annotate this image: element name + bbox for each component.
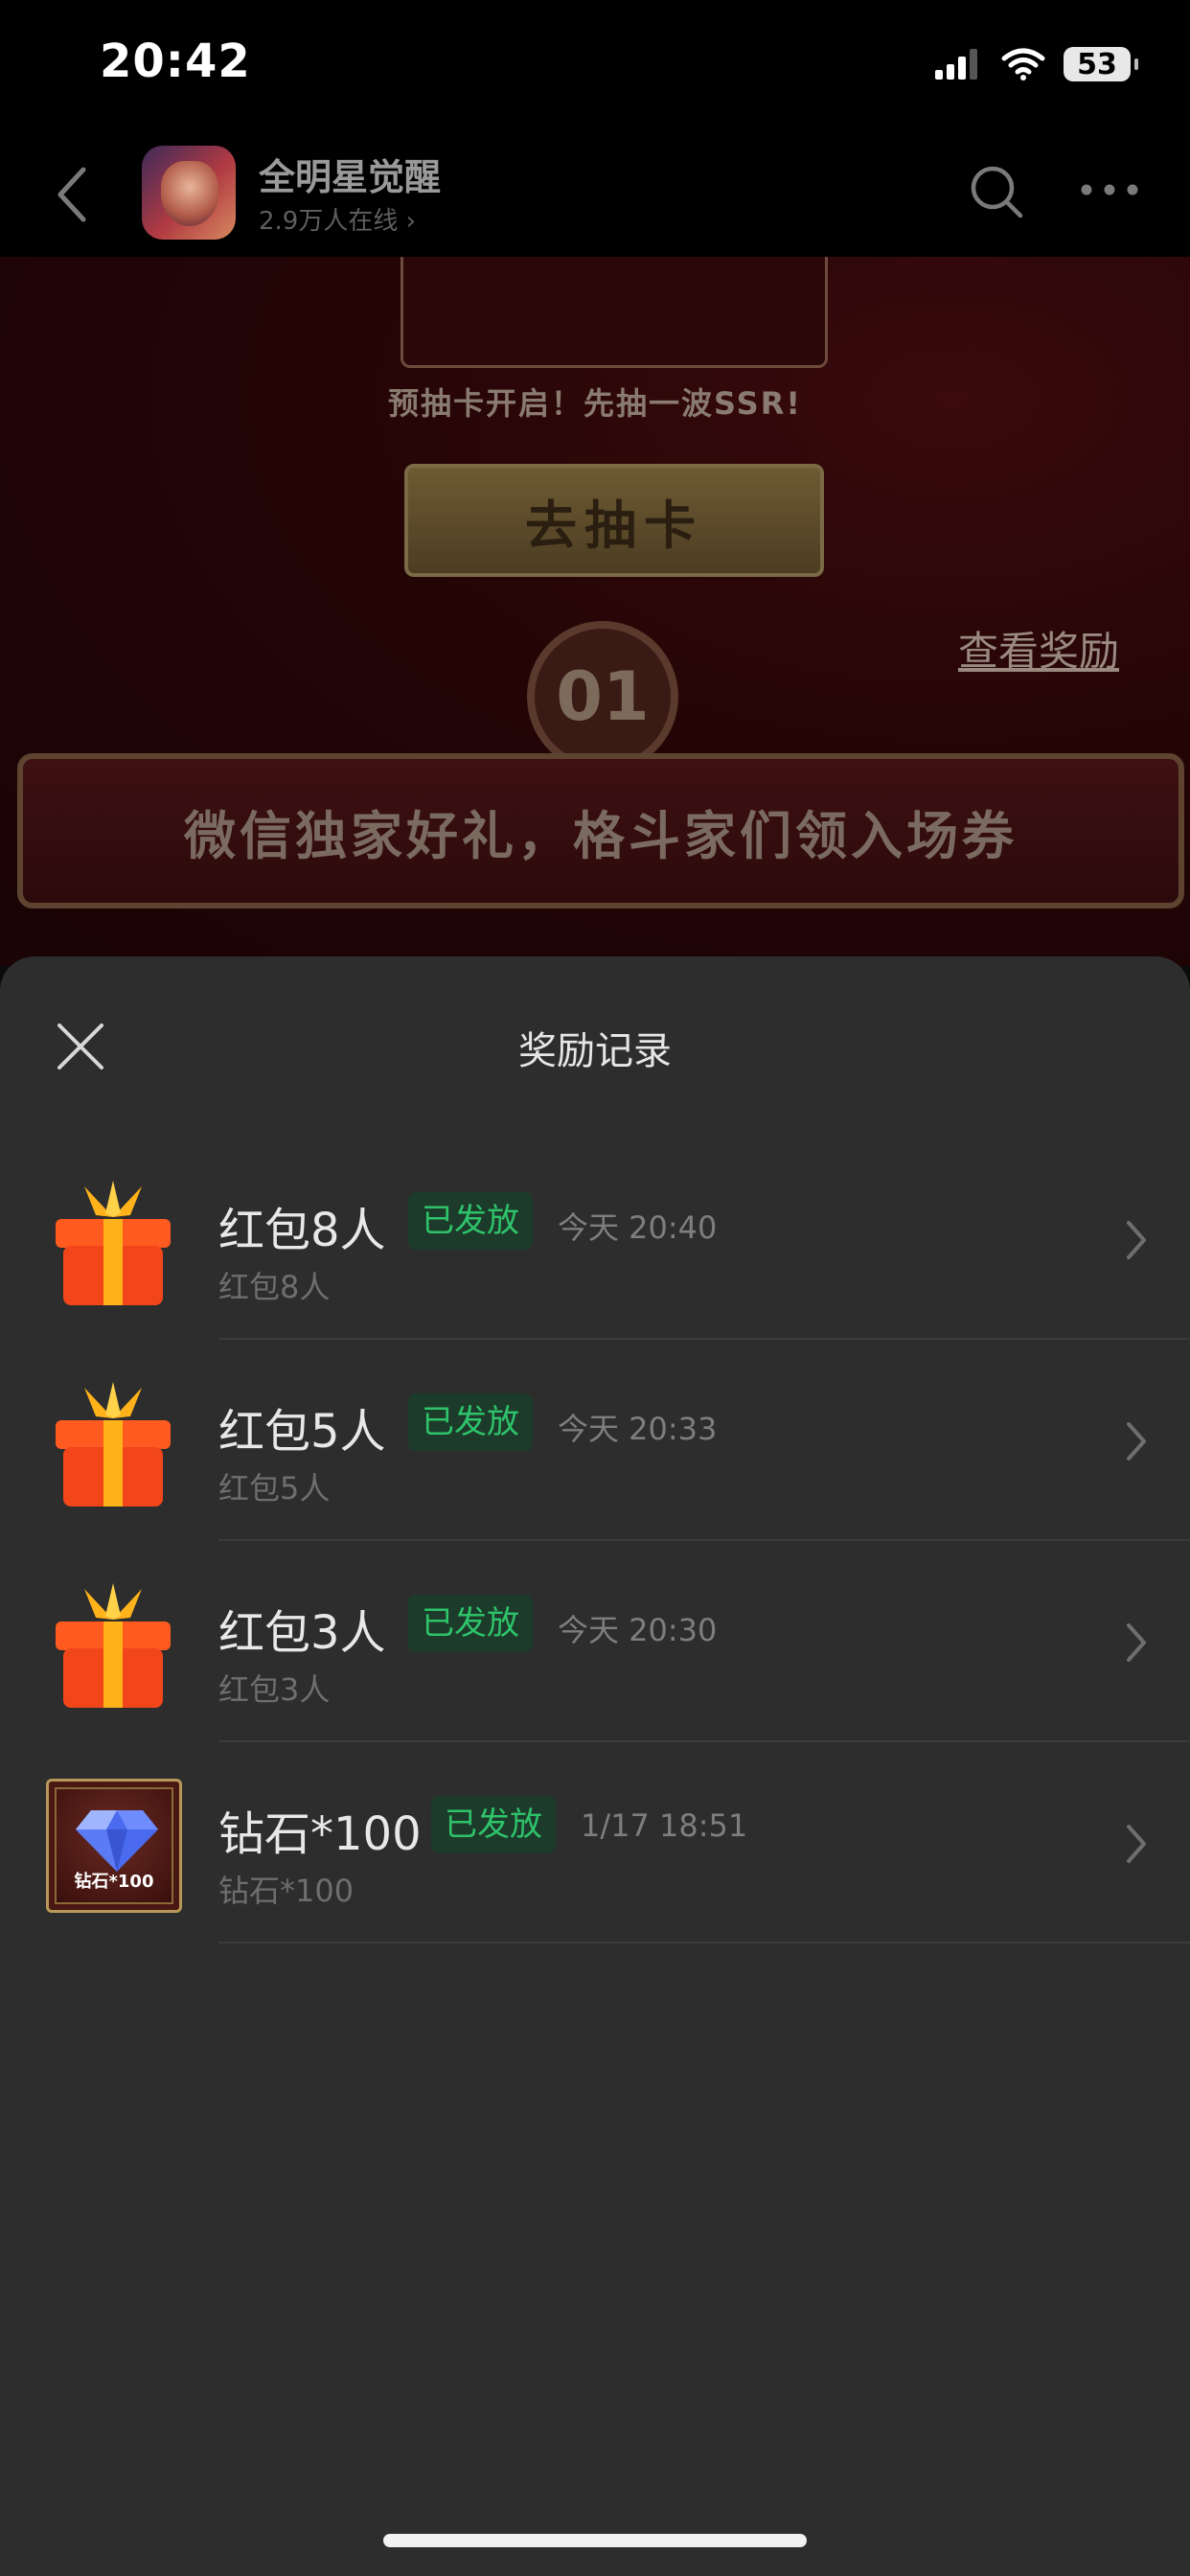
record-subtitle: 红包3人 xyxy=(218,1671,331,1708)
reward-record-item[interactable]: 钻石*100 钻石*100 已发放 1/17 18:51 钻石*100 xyxy=(0,1742,1190,1944)
app-avatar[interactable] xyxy=(142,146,236,240)
record-time: 今天 20:33 xyxy=(558,1411,718,1447)
reward-record-item[interactable]: 红包8人 已发放 今天 20:40 红包8人 xyxy=(0,1138,1190,1340)
status-bar: 20:42 53 xyxy=(0,0,1190,134)
online-count[interactable]: 2.9万人在线 › xyxy=(259,201,416,237)
chevron-right-icon: › xyxy=(405,207,417,236)
wifi-icon xyxy=(1001,48,1045,80)
background-page: 预抽卡开启！先抽一波SSR! 去抽卡 查看奖励 01 微信独家好礼，格斗家们领入… xyxy=(0,257,1190,966)
status-badge: 已发放 xyxy=(408,1595,533,1652)
record-subtitle: 红包8人 xyxy=(218,1269,331,1305)
reward-record-item[interactable]: 红包3人 已发放 今天 20:30 红包3人 xyxy=(0,1541,1190,1742)
number-badge: 01 xyxy=(527,621,678,772)
reward-record-item[interactable]: 红包5人 已发放 今天 20:33 红包5人 xyxy=(0,1340,1190,1541)
promo-text: 预抽卡开启！先抽一波SSR! xyxy=(388,385,802,422)
chevron-left-icon xyxy=(57,167,86,222)
home-indicator[interactable] xyxy=(383,2534,807,2547)
diamond-icon: 钻石*100 xyxy=(46,1779,182,1913)
status-badge: 已发放 xyxy=(431,1796,556,1853)
record-time: 今天 20:40 xyxy=(558,1209,718,1246)
status-icons: 53 xyxy=(933,40,1138,88)
reward-record-sheet: 奖励记录 红包8人 已发放 今天 20:40 红包8人 红包5人 已发放 今天 … xyxy=(0,956,1190,2576)
gift-icon xyxy=(56,1181,171,1305)
battery-indicator: 53 xyxy=(1064,47,1138,81)
cellular-signal-icon xyxy=(935,49,977,80)
chevron-right-icon xyxy=(1127,1623,1146,1662)
gift-icon xyxy=(56,1382,171,1506)
app-title[interactable]: 全明星觉醒 xyxy=(259,148,441,200)
gift-icon xyxy=(56,1583,171,1708)
record-subtitle: 红包5人 xyxy=(218,1470,331,1506)
draw-card-button[interactable]: 去抽卡 xyxy=(404,464,824,577)
record-name: 红包3人 xyxy=(218,1606,386,1660)
diamond-icon-label: 钻石*100 xyxy=(74,1872,154,1892)
status-badge: 已发放 xyxy=(408,1192,533,1250)
background-card xyxy=(400,257,828,368)
online-count-text: 2.9万人在线 xyxy=(259,207,399,236)
chevron-right-icon xyxy=(1127,1825,1146,1863)
chevron-right-icon xyxy=(1127,1422,1146,1460)
more-icon[interactable] xyxy=(1079,180,1140,199)
nav-bar: 全明星觉醒 2.9万人在线 › xyxy=(0,134,1190,257)
record-subtitle: 钻石*100 xyxy=(218,1873,355,1909)
back-button[interactable] xyxy=(38,161,105,228)
sheet-title: 奖励记录 xyxy=(518,1029,672,1073)
record-name: 红包5人 xyxy=(218,1405,386,1459)
event-banner: 微信独家好礼，格斗家们领入场券 xyxy=(17,753,1184,908)
record-time: 1/17 18:51 xyxy=(581,1807,748,1844)
status-badge: 已发放 xyxy=(408,1393,533,1451)
record-time: 今天 20:30 xyxy=(558,1612,718,1648)
view-reward-link[interactable]: 查看奖励 xyxy=(958,619,1119,678)
record-name: 红包8人 xyxy=(218,1204,386,1257)
status-time: 20:42 xyxy=(100,34,251,88)
divider xyxy=(218,1942,1190,1944)
chevron-right-icon xyxy=(1127,1221,1146,1259)
record-name: 钻石*100 xyxy=(218,1807,422,1861)
search-icon[interactable] xyxy=(968,163,1025,220)
